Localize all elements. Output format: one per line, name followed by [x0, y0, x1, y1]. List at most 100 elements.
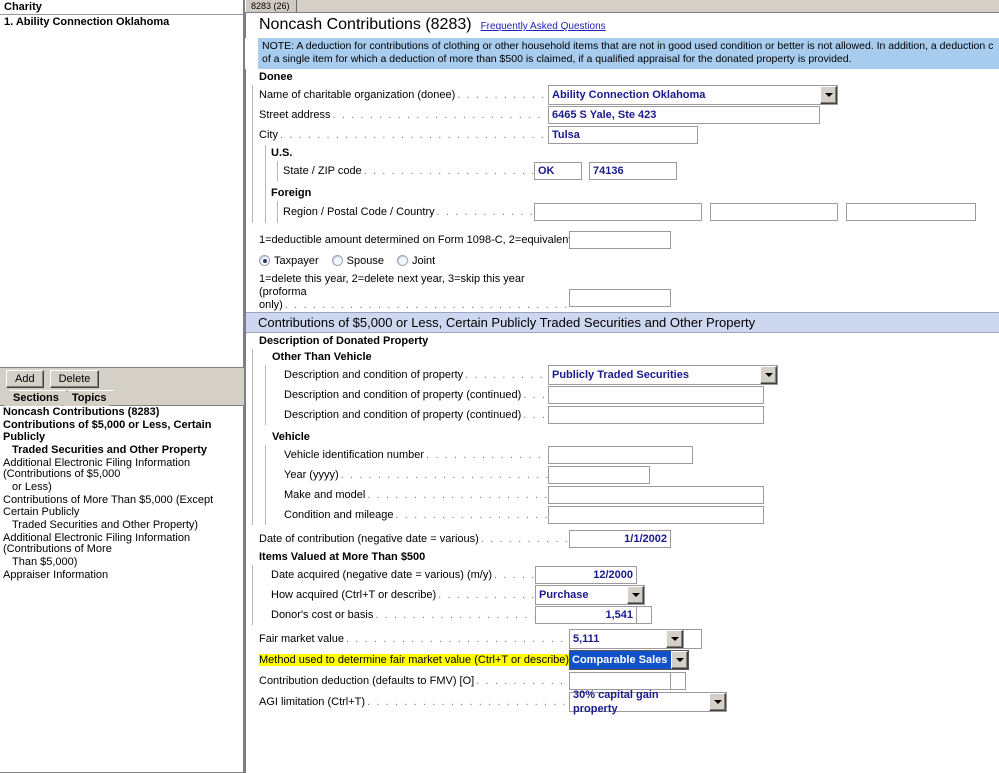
charity-list-toolbar: Add Delete: [0, 368, 244, 390]
section-item-additional-efile-more-than-5000[interactable]: Additional Electronic Filing Information…: [3, 532, 240, 558]
add-button[interactable]: Add: [6, 370, 44, 388]
agi-limitation-combobox[interactable]: 30% capital gain property: [569, 689, 727, 715]
row-vin: Vehicle identification number . . . . . …: [284, 445, 999, 465]
tab-sections[interactable]: Sections: [4, 390, 67, 406]
description-property-value[interactable]: Publicly Traded Securities: [549, 366, 760, 384]
method-fmv-label: Method used to determine fair market val…: [259, 653, 569, 666]
section-item-contributions-5000-or-less-cont[interactable]: Traded Securities and Other Property: [3, 444, 240, 458]
method-fmv-value[interactable]: Comparable Sales: [570, 650, 671, 669]
city-input[interactable]: Tulsa: [548, 126, 698, 144]
note-line-2: of a single item for which a deduction o…: [262, 53, 852, 65]
description-of-donated-property-heading: Description of Donated Property: [259, 335, 429, 347]
section-item-contributions-more-than-5000-cont[interactable]: Traded Securities and Other Property): [3, 519, 240, 533]
agi-limitation-value[interactable]: 30% capital gain property: [570, 689, 709, 715]
radio-empty-icon: [396, 255, 408, 266]
year-label: Year (yyyy) . . . . . . . . . . . . . . …: [284, 469, 548, 481]
faq-link[interactable]: Frequently Asked Questions: [481, 21, 606, 32]
delete-proforma-label: 1=delete this year, 2=delete next year, …: [259, 273, 569, 311]
description-property-cont-2-input[interactable]: [548, 406, 764, 424]
contribution-deduction-label: Contribution deduction (defaults to FMV)…: [259, 674, 569, 687]
state-zip-label: State / ZIP code . . . . . . . . . . . .…: [283, 165, 534, 177]
zip-input[interactable]: 74136: [589, 162, 677, 180]
how-acquired-value[interactable]: Purchase: [536, 586, 627, 604]
vin-label: Vehicle identification number . . . . . …: [284, 449, 548, 461]
chevron-down-icon[interactable]: [820, 86, 837, 104]
fair-market-value-combobox[interactable]: 5,111: [569, 628, 684, 649]
row-street-address: Street address . . . . . . . . . . . . .…: [259, 105, 999, 125]
row-description-property-cont-1: Description and condition of property (c…: [284, 385, 999, 405]
row-state-zip: State / ZIP code . . . . . . . . . . . .…: [283, 161, 999, 181]
sections-list[interactable]: Noncash Contributions (8283) Contributio…: [0, 406, 244, 773]
taxpayer-spouse-joint-radiogroup[interactable]: Taxpayer Spouse Joint: [246, 251, 999, 270]
row-make-model: Make and model . . . . . . . . . . . . .…: [284, 485, 999, 505]
radio-spouse[interactable]: Spouse: [331, 255, 384, 267]
row-date-of-contribution: Date of contribution (negative date = va…: [246, 528, 999, 549]
vin-input[interactable]: [548, 446, 693, 464]
agi-limitation-label: AGI limitation (Ctrl+T) . . . . . . . . …: [259, 695, 569, 708]
method-fmv-combobox[interactable]: Comparable Sales: [569, 649, 689, 670]
street-address-label: Street address . . . . . . . . . . . . .…: [259, 109, 548, 121]
donor-cost-basis-input[interactable]: 1,541: [535, 606, 637, 624]
date-acquired-input[interactable]: 12/2000: [535, 566, 637, 584]
condition-mileage-label: Condition and mileage . . . . . . . . . …: [284, 509, 548, 521]
delete-proforma-input[interactable]: [569, 289, 671, 307]
chevron-down-icon[interactable]: [627, 586, 644, 604]
donee-heading: Donee: [259, 71, 293, 83]
condition-mileage-input[interactable]: [548, 506, 764, 524]
donee-name-combobox[interactable]: Ability Connection Oklahoma: [548, 85, 838, 105]
region-input[interactable]: [534, 203, 702, 221]
chevron-down-icon[interactable]: [709, 692, 726, 711]
us-fields: State / ZIP code . . . . . . . . . . . .…: [271, 161, 999, 181]
chevron-down-icon[interactable]: [666, 629, 683, 648]
form-1098c-input[interactable]: [569, 231, 671, 249]
section-item-contributions-5000-or-less[interactable]: Contributions of $5,000 or Less, Certain…: [3, 419, 240, 445]
vehicle-heading: Vehicle: [272, 431, 310, 443]
vehicle-fields: Vehicle identification number . . . . . …: [259, 445, 999, 525]
radio-taxpayer[interactable]: Taxpayer: [259, 255, 319, 267]
state-input[interactable]: OK: [534, 162, 582, 180]
row-region-postal-country: Region / Postal Code / Country . . . . .…: [283, 201, 999, 223]
foreign-heading: Foreign: [271, 187, 312, 199]
us-group: U.S. State / ZIP code . . . . . . . . . …: [259, 145, 999, 223]
row-agi-limitation: AGI limitation (Ctrl+T) . . . . . . . . …: [246, 689, 999, 715]
date-of-contribution-input[interactable]: 1/1/2002: [569, 529, 671, 548]
donated-property-group: Other Than Vehicle Description and condi…: [246, 349, 999, 525]
description-property-combobox[interactable]: Publicly Traded Securities: [548, 365, 778, 385]
how-acquired-combobox[interactable]: Purchase: [535, 585, 645, 605]
region-postal-country-label: Region / Postal Code / Country . . . . .…: [283, 206, 534, 218]
year-input[interactable]: [548, 466, 650, 484]
donor-cost-basis-override[interactable]: [637, 606, 652, 624]
form-body: Donee Name of charitable organization (d…: [245, 69, 999, 773]
postal-code-input[interactable]: [710, 203, 838, 221]
radio-joint[interactable]: Joint: [396, 255, 435, 267]
donee-name-value[interactable]: Ability Connection Oklahoma: [549, 86, 820, 104]
tab-topics[interactable]: Topics: [63, 390, 115, 406]
form-1098c-label: 1=deductible amount determined on Form 1…: [259, 234, 569, 246]
chevron-down-icon[interactable]: [760, 366, 777, 384]
street-address-input[interactable]: 6465 S Yale, Ste 423: [548, 106, 820, 124]
fair-market-value-override[interactable]: [684, 628, 702, 649]
description-property-cont-1-input[interactable]: [548, 386, 764, 404]
form-tabstrip: 8283 (26): [245, 0, 999, 13]
sidebar-tabstrip: Sections Topics: [0, 390, 244, 406]
section-item-contributions-more-than-5000[interactable]: Contributions of More Than $5,000 (Excep…: [3, 494, 240, 520]
row-condition-mileage: Condition and mileage . . . . . . . . . …: [284, 505, 999, 525]
charity-list-item[interactable]: 1. Ability Connection Oklahoma: [0, 15, 243, 29]
radio-selected-icon: [259, 255, 270, 266]
section-header-contributions-5000-or-less: Contributions of $5,000 or Less, Certain…: [246, 312, 999, 333]
fair-market-value-input[interactable]: 5,111: [570, 629, 666, 648]
make-model-input[interactable]: [548, 486, 764, 504]
charity-list-header: Charity: [0, 0, 243, 15]
charity-list-panel[interactable]: Charity 1. Ability Connection Oklahoma: [0, 0, 244, 368]
us-heading: U.S.: [271, 147, 293, 159]
section-item-additional-efile-5000-or-less[interactable]: Additional Electronic Filing Information…: [3, 457, 240, 483]
delete-button[interactable]: Delete: [49, 370, 100, 388]
row-fair-market-value: Fair market value . . . . . . . . . . . …: [246, 628, 999, 649]
country-input[interactable]: [846, 203, 976, 221]
fair-market-value-label: Fair market value . . . . . . . . . . . …: [259, 632, 569, 645]
chevron-down-icon[interactable]: [671, 650, 688, 669]
section-item-appraiser-information[interactable]: Appraiser Information: [3, 569, 240, 583]
note-banner: NOTE: A deduction for contributions of c…: [258, 38, 999, 69]
form-tab-8283[interactable]: 8283 (26): [245, 0, 297, 12]
row-description-property: Description and condition of property . …: [284, 365, 999, 385]
